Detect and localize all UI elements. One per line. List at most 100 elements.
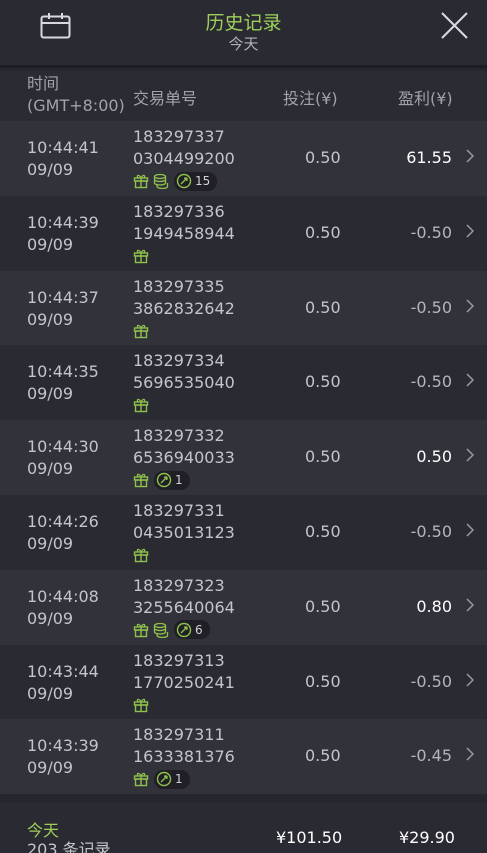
close-icon[interactable]	[440, 11, 469, 40]
free-spin-icon	[176, 622, 192, 637]
free-spin-badge: 1	[154, 470, 190, 490]
row-stake: 0.50	[305, 447, 341, 467]
chevron-right-icon	[466, 299, 474, 313]
row-order-number: 183297331 0435013123	[133, 500, 235, 542]
free-spin-count: 6	[195, 622, 203, 637]
row-order-number: 183297336 1949458944	[133, 201, 235, 243]
gift-icon	[133, 623, 149, 637]
row-profit: -0.50	[410, 521, 452, 541]
free-spin-count: 1	[175, 772, 183, 787]
history-row[interactable]: 10:44:35 09/09 183297334 5696535040 0.50 -0.5…	[0, 345, 487, 421]
column-header-order: 交易单号	[133, 89, 198, 108]
history-row[interactable]: 10:44:37 09/09 183297335 3862832642 0.50 -0.5…	[0, 270, 487, 346]
column-header-time: 时间 (GMT+8:00)	[27, 74, 125, 115]
chevron-right-icon	[466, 149, 474, 163]
gift-icon	[133, 773, 149, 787]
gift-icon	[133, 249, 149, 263]
free-spin-count: 15	[195, 174, 211, 188]
row-stake: 0.50	[305, 222, 341, 242]
timezone-label: (GMT+8:00)	[27, 96, 125, 115]
gift-icon	[133, 548, 149, 563]
column-header-profit: 盈利(¥)	[398, 89, 453, 108]
row-badges: 6	[133, 620, 210, 640]
row-stake: 0.50	[305, 596, 341, 616]
row-profit: -0.50	[410, 222, 452, 242]
row-badges: 15	[133, 171, 218, 191]
row-order-number: 183297335 3862832642	[133, 276, 235, 318]
gift-icon	[133, 324, 149, 338]
chevron-right-icon	[466, 598, 474, 612]
summary-footer: 今天 203 条记录 ¥101.50 ¥29.90	[0, 803, 487, 853]
row-badges: 1	[133, 470, 190, 490]
history-list: 10:44:41 09/09 183297337 0304499200 15 0.50 61…	[0, 121, 487, 795]
row-order-number: 183297313 1770250241	[133, 650, 235, 692]
row-profit: -0.50	[410, 372, 452, 392]
row-time: 10:43:44 09/09	[27, 661, 99, 703]
row-time: 10:44:37 09/09	[27, 287, 99, 329]
row-time: 10:44:35 09/09	[27, 362, 99, 404]
row-time: 10:44:41 09/09	[27, 138, 99, 179]
column-header-stake: 投注(¥)	[283, 89, 338, 108]
row-profit: -0.50	[410, 297, 452, 317]
row-order-number: 183297337 0304499200	[133, 127, 235, 168]
row-stake: 0.50	[305, 746, 341, 766]
coins-icon	[153, 173, 169, 189]
free-spin-badge: 1	[154, 769, 190, 789]
row-stake: 0.50	[305, 372, 341, 392]
page-title: 历史记录	[205, 12, 282, 34]
history-row[interactable]: 10:43:39 09/09 183297311 1633381376 1 0.50 -0.…	[0, 719, 487, 795]
free-spin-badge: 6	[174, 620, 210, 640]
row-time: 10:44:30 09/09	[27, 437, 99, 479]
free-spin-badge: 15	[174, 171, 218, 191]
row-stake: 0.50	[305, 297, 341, 317]
free-spin-count: 1	[175, 473, 183, 488]
row-stake: 0.50	[305, 671, 341, 691]
free-spin-icon	[156, 472, 172, 488]
row-stake: 0.50	[305, 148, 341, 167]
row-badges	[133, 695, 153, 715]
chevron-right-icon	[466, 448, 474, 462]
gift-icon	[133, 399, 149, 413]
history-row[interactable]: 10:44:26 09/09 183297331 0435013123 0.50 -0.5…	[0, 494, 487, 570]
gift-icon	[133, 174, 149, 189]
date-filter-label: 今天	[228, 35, 259, 53]
history-row[interactable]: 10:44:39 09/09 183297336 1949458944 0.50 -0.5…	[0, 195, 487, 271]
column-headers: 时间 (GMT+8:00) 交易单号 投注(¥) 盈利(¥)	[0, 71, 487, 121]
row-order-number: 183297323 3255640064	[133, 575, 235, 617]
chevron-right-icon	[466, 673, 474, 687]
chevron-right-icon	[466, 224, 474, 238]
free-spin-icon	[176, 173, 192, 189]
history-row[interactable]: 10:44:08 09/09 183297323 3255640064 6 0.50 0.8…	[0, 569, 487, 645]
row-profit: 61.55	[406, 148, 452, 167]
row-order-number: 183297334 5696535040	[133, 351, 235, 393]
free-spin-icon	[156, 772, 172, 787]
row-profit: -0.50	[410, 671, 452, 691]
history-row[interactable]: 10:44:41 09/09 183297337 0304499200 15 0.50 61…	[0, 121, 487, 196]
gift-icon	[133, 473, 149, 488]
row-badges	[133, 545, 153, 565]
row-order-number: 183297311 1633381376	[133, 725, 235, 767]
row-profit: 0.80	[416, 596, 452, 616]
chevron-right-icon	[466, 747, 474, 761]
row-profit: 0.50	[416, 447, 452, 467]
coins-icon	[153, 622, 169, 638]
header-bar: 历史记录 今天	[0, 0, 487, 68]
row-profit: -0.45	[410, 746, 452, 766]
row-badges	[133, 321, 153, 341]
total-profit: ¥29.90	[399, 828, 455, 847]
gift-icon	[133, 698, 149, 712]
record-count: 203 条记录	[27, 840, 111, 853]
history-row[interactable]: 10:44:30 09/09 183297332 6536940033 1 0.50 0.5…	[0, 420, 487, 495]
chevron-right-icon	[466, 523, 474, 537]
history-row[interactable]: 10:43:44 09/09 183297313 1770250241 0.50 -0.5…	[0, 644, 487, 720]
row-time: 10:44:26 09/09	[27, 511, 99, 553]
row-badges	[133, 395, 153, 415]
row-stake: 0.50	[305, 521, 341, 541]
total-stake: ¥101.50	[276, 828, 343, 847]
row-badges: 1	[133, 769, 190, 789]
row-time: 10:44:39 09/09	[27, 212, 99, 254]
row-time: 10:44:08 09/09	[27, 586, 99, 628]
chevron-right-icon	[466, 373, 474, 387]
row-time: 10:43:39 09/09	[27, 736, 99, 778]
row-order-number: 183297332 6536940033	[133, 426, 235, 468]
